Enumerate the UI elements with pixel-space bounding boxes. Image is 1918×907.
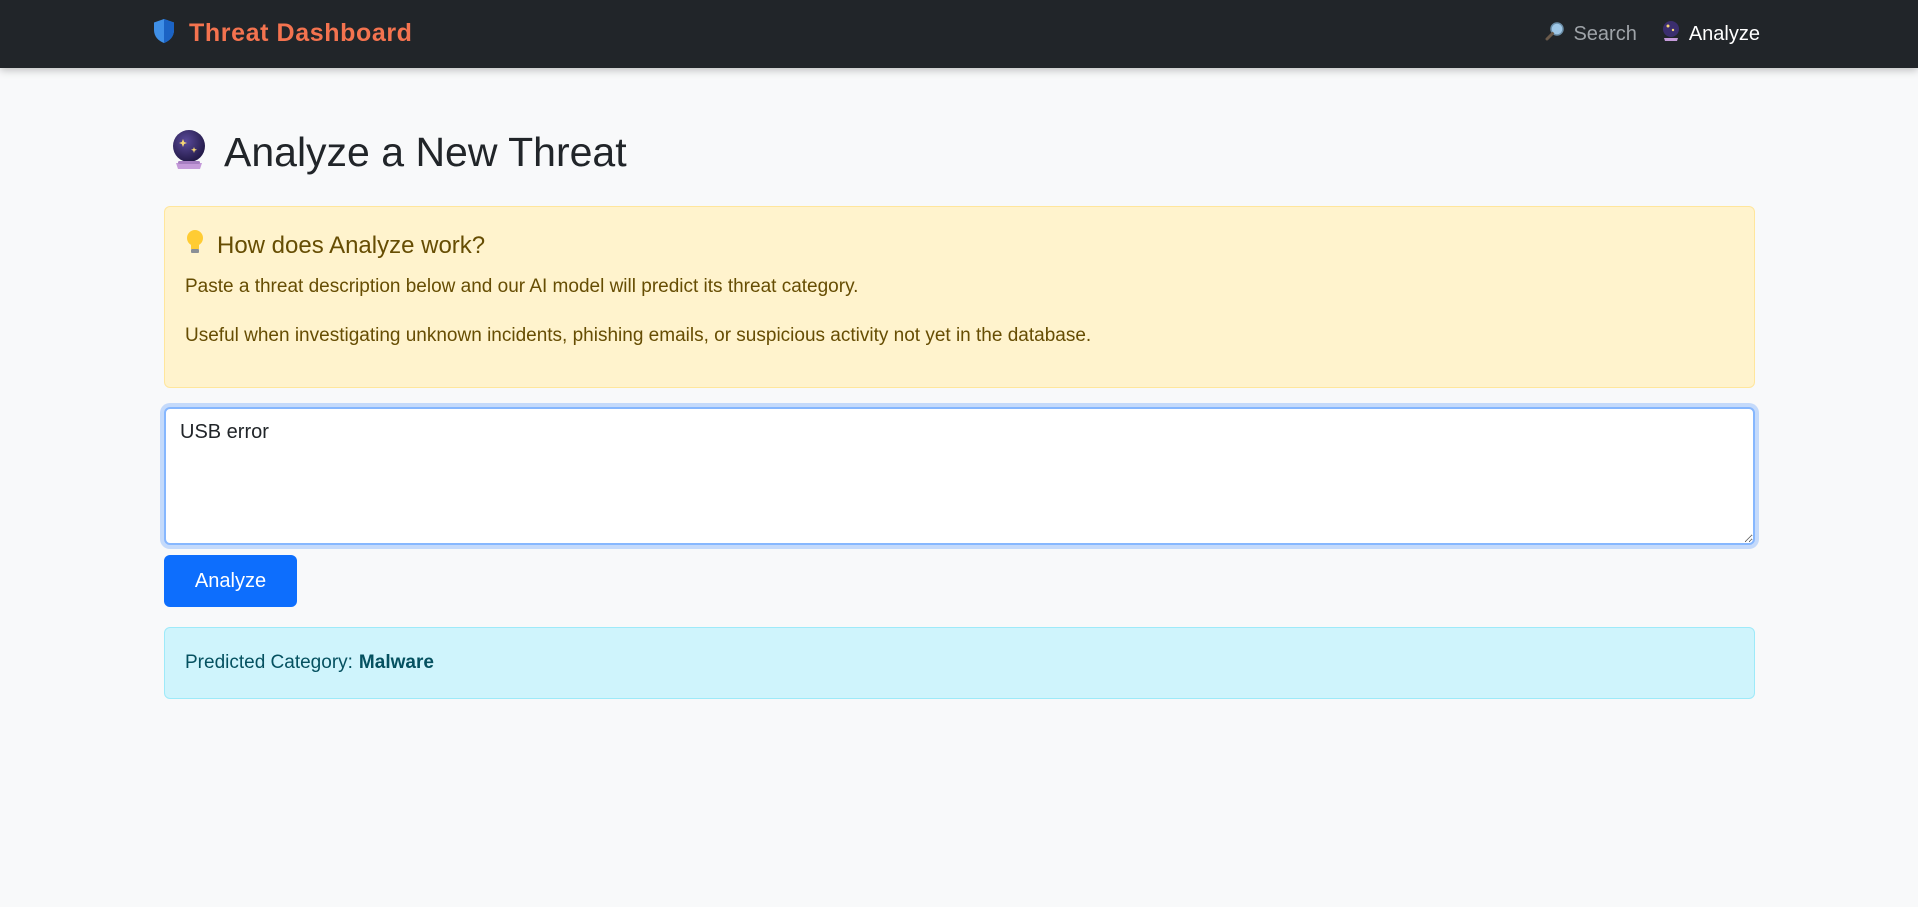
info-use-case: Useful when investigating unknown incide… (185, 325, 1092, 346)
nav-links: Search Analyze (1545, 20, 1760, 48)
page-title: Analyze a New Threat (170, 126, 627, 178)
info-alert: How does Analyze work? Paste a threat de… (164, 206, 1755, 388)
info-heading: How does Analyze work? (185, 229, 1734, 262)
nav-link-search[interactable]: Search (1545, 21, 1637, 47)
navbar: Threat Dashboard Search Analyze (0, 0, 1918, 68)
nav-link-analyze[interactable]: Analyze (1661, 20, 1760, 48)
analyze-button[interactable]: Analyze (164, 555, 297, 607)
threat-description-input[interactable]: USB error (164, 407, 1755, 545)
info-description: Paste a threat description below and our… (185, 276, 859, 297)
brand-link[interactable]: Threat Dashboard (153, 17, 413, 49)
prediction-label: Predicted Category: (185, 652, 353, 673)
page-title-text: Analyze a New Threat (224, 128, 627, 175)
prediction-result: Predicted Category: Malware (164, 627, 1755, 699)
crystal-ball-icon (170, 129, 208, 176)
shield-icon (153, 18, 175, 49)
info-heading-text: How does Analyze work? (217, 231, 486, 259)
lightbulb-icon (185, 229, 205, 262)
prediction-value: Malware (358, 652, 434, 673)
brand-title: Threat Dashboard (189, 18, 413, 47)
nav-link-search-label: Search (1573, 22, 1637, 45)
magnifier-icon (1545, 21, 1565, 47)
nav-link-analyze-label: Analyze (1688, 22, 1760, 45)
crystal-ball-icon (1661, 20, 1681, 48)
